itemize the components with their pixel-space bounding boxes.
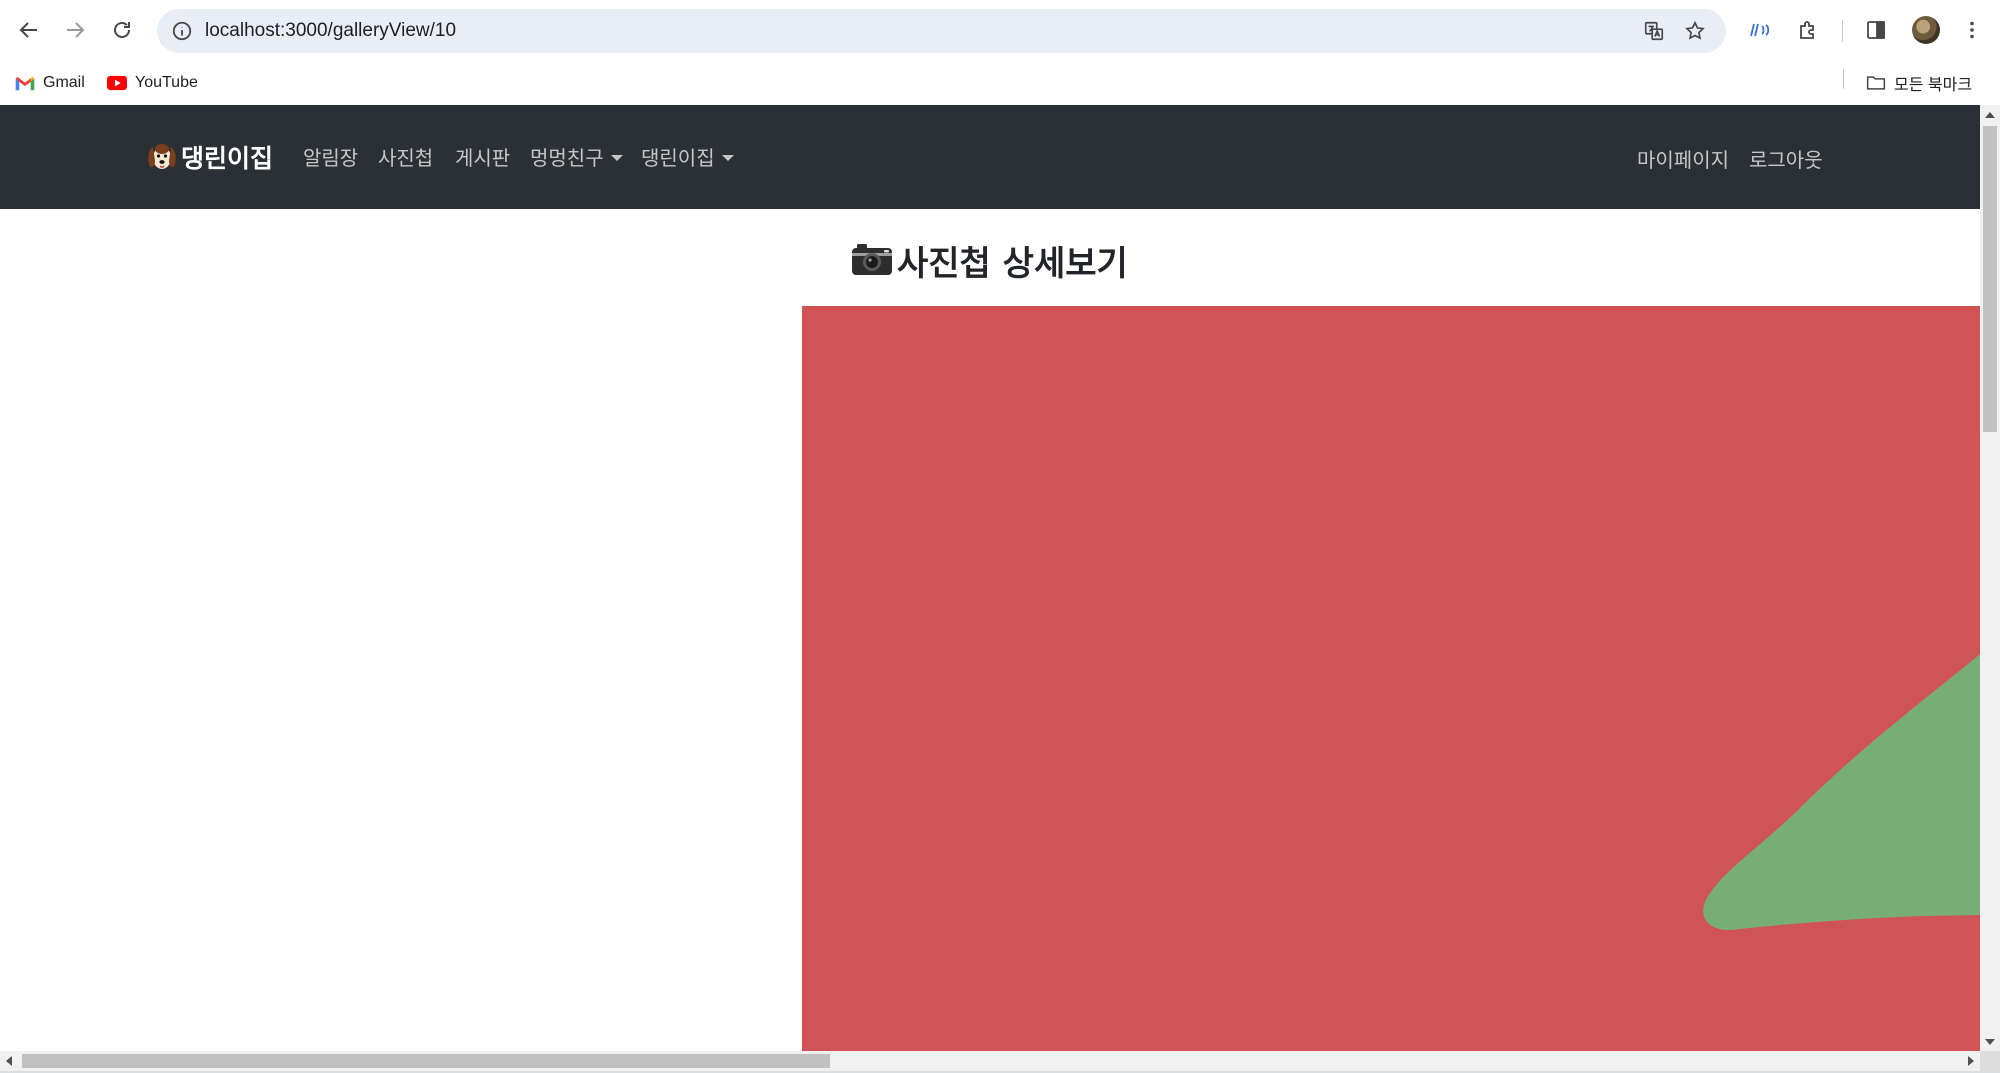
scroll-right-arrow-icon[interactable]	[1968, 1056, 1974, 1066]
site-navbar: 댕린이집 알림장 사진첩 게시판 멍멍친구 댕린이집 마이페이지 로그아웃	[0, 105, 1980, 209]
nav-label: 댕린이집	[641, 146, 715, 170]
photo-green-shape	[1703, 654, 1980, 931]
nav-label: 알림장	[303, 146, 359, 170]
bookmarks-divider	[1843, 69, 1844, 89]
scroll-left-arrow-icon[interactable]	[6, 1056, 12, 1066]
nav-gallery[interactable]: 사진첩	[378, 141, 433, 175]
brand-logo[interactable]: 댕린이집	[147, 137, 273, 177]
nav-board[interactable]: 게시판	[455, 141, 510, 175]
reload-icon	[114, 22, 130, 38]
page-title-text: 사진첩 상세보기	[897, 243, 1128, 284]
nav-logout[interactable]: 로그아웃	[1749, 143, 1823, 177]
bookmarks-bar: Gmail YouTube 모든 북마크	[0, 61, 2000, 105]
folder-icon	[1866, 73, 1886, 93]
arrow-right-icon	[67, 22, 85, 38]
nav-label: 사진첩	[378, 146, 434, 170]
arrow-left-icon	[19, 22, 37, 38]
dog-icon	[148, 144, 176, 169]
bookmark-youtube[interactable]: YouTube	[107, 69, 198, 97]
nav-dog-friends-dropdown[interactable]: 멍멍친구	[530, 141, 623, 175]
horizontal-scroll-thumb[interactable]	[22, 1054, 830, 1068]
nav-kindergarten-dropdown[interactable]: 댕린이집	[641, 141, 734, 175]
bookmark-label: Gmail	[43, 74, 85, 91]
camera-icon	[852, 244, 892, 275]
extension-react-button[interactable]	[1741, 11, 1779, 49]
nav-notice[interactable]: 알림장	[303, 141, 358, 175]
scroll-up-arrow-icon[interactable]	[1985, 112, 1995, 118]
brand-name: 댕린이집	[181, 144, 274, 173]
nav-mypage[interactable]: 마이페이지	[1637, 143, 1729, 177]
all-bookmarks-button[interactable]: 모든 북마크	[1866, 69, 1972, 97]
caret-down-icon	[721, 155, 734, 161]
bookmark-label: YouTube	[135, 74, 198, 91]
page-viewport: 댕린이집 알림장 사진첩 게시판 멍멍친구 댕린이집 마이페이지 로그아웃 사진…	[0, 105, 1980, 1051]
more-vert-icon	[1970, 21, 1974, 39]
caret-down-icon	[610, 155, 623, 161]
url-text[interactable]: localhost:3000/galleryView/10	[205, 9, 456, 53]
horizontal-scrollbar[interactable]	[0, 1051, 1980, 1071]
vertical-scrollbar[interactable]	[1980, 105, 2000, 1051]
nav-label: 게시판	[455, 146, 511, 170]
page-title: 사진첩 상세보기	[851, 233, 1128, 287]
star-icon[interactable]	[1680, 16, 1710, 46]
side-panel-icon	[1867, 21, 1885, 39]
browser-toolbar: localhost:3000/galleryView/10	[0, 0, 2000, 61]
all-bookmarks-label: 모든 북마크	[1894, 77, 1973, 94]
address-bar[interactable]: localhost:3000/galleryView/10	[157, 9, 1726, 53]
toolbar-divider	[1842, 20, 1843, 42]
back-button[interactable]	[10, 11, 48, 49]
profile-avatar[interactable]	[1912, 16, 1940, 44]
extensions-button[interactable]	[1789, 11, 1827, 49]
nav-label: 멍멍친구	[530, 146, 604, 170]
bookmark-gmail[interactable]: Gmail	[15, 69, 85, 97]
gallery-photo	[802, 306, 1980, 1051]
nav-label: 마이페이지	[1637, 148, 1729, 172]
scrollbar-corner	[1980, 1051, 2000, 1071]
reload-button[interactable]	[103, 11, 141, 49]
react-devtools-icon	[1750, 23, 1770, 37]
vertical-scroll-thumb[interactable]	[1983, 126, 1997, 432]
translate-icon[interactable]	[1639, 16, 1669, 46]
forward-button[interactable]	[56, 11, 94, 49]
site-info-icon[interactable]	[167, 16, 197, 46]
puzzle-icon	[1800, 21, 1814, 39]
youtube-icon	[107, 73, 127, 93]
scroll-down-arrow-icon[interactable]	[1985, 1039, 1995, 1045]
side-panel-button[interactable]	[1857, 11, 1895, 49]
menu-button[interactable]	[1953, 11, 1991, 49]
nav-label: 로그아웃	[1749, 148, 1823, 172]
gmail-icon	[15, 73, 35, 93]
